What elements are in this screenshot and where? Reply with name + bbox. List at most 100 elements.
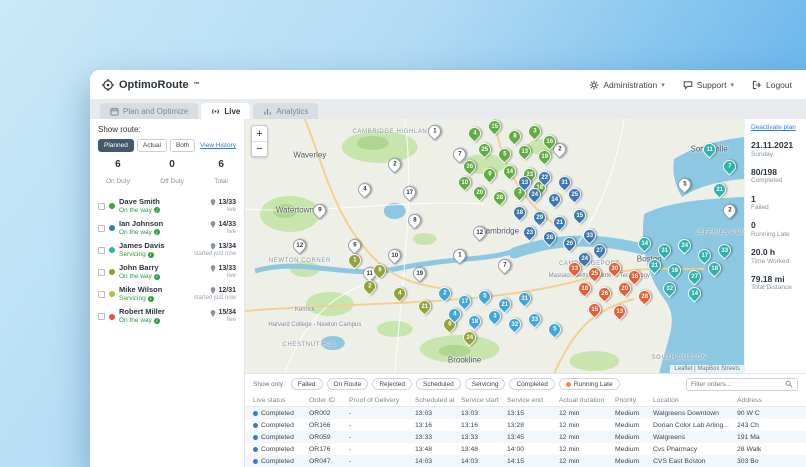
plan-stat-value: 0 [751, 220, 800, 231]
order-id-cell: OR047 [309, 458, 349, 465]
plan-stat-value: 1 [751, 194, 800, 205]
filter-pill[interactable]: Rejected [372, 378, 412, 390]
live-status-cell: Completed [253, 458, 309, 465]
column-header[interactable]: Address [737, 397, 806, 404]
actual-duration-cell: 12 min [559, 422, 615, 429]
driver-info: John Barry On the way i [119, 264, 206, 280]
column-header[interactable]: Service start [461, 397, 507, 404]
live-map[interactable]: + − CAMBRIDGE HIGHLANDSWaverleyWatertown… [245, 119, 744, 373]
driver-progress: 15/34 [210, 309, 236, 317]
gear-icon [589, 80, 599, 90]
driver-progress: 13/33 [210, 265, 236, 273]
driver-row[interactable]: Robert Miller On the way i 15/34 live [98, 305, 236, 327]
address-cell: 243 Ch [737, 422, 806, 429]
driver-color-dot [109, 291, 115, 297]
location-cell: CVS East Boston [653, 458, 737, 465]
column-header[interactable]: Proof of Delivery [349, 397, 415, 404]
toggle-planned[interactable]: Planned [98, 139, 134, 152]
logo-tm: ™ [194, 82, 200, 88]
filter-pill[interactable]: Scheduled [416, 378, 461, 390]
filter-pill[interactable]: Failed [291, 378, 323, 390]
logout-label: Logout [766, 80, 792, 90]
pin-icon [210, 287, 216, 294]
priority-cell: Medium [615, 434, 653, 441]
column-header[interactable]: Priority [615, 397, 653, 404]
driver-progress-time: live [210, 273, 236, 280]
filter-pill-running-late[interactable]: Running Late [559, 378, 620, 390]
driver-checkbox[interactable] [98, 313, 105, 320]
view-history-link[interactable]: View History [200, 142, 236, 149]
info-icon: i [154, 207, 160, 213]
driver-row[interactable]: Mike Wilson Servicing i 12/31 started ju… [98, 283, 236, 305]
zoom-in-button[interactable]: + [252, 126, 267, 141]
plan-stat-label: Failed [751, 204, 800, 212]
plan-stat-value: 20.0 h [751, 247, 800, 258]
driver-progress-block: 15/34 live [210, 309, 236, 324]
tab-live[interactable]: Live [201, 103, 250, 119]
driver-row[interactable]: Ian Johnson On the way i 14/33 live [98, 217, 236, 239]
administration-menu[interactable]: Administration ▾ [589, 80, 664, 90]
driver-progress-time: live [210, 207, 236, 214]
driver-row[interactable]: James Davis Servicing i 13/34 started ju… [98, 239, 236, 261]
table-row[interactable]: Completed OR047 - 14:03 14:03 14:15 12 m… [245, 455, 806, 467]
tab-plan-and-optimize[interactable]: Plan and Optimize [100, 103, 198, 119]
on-duty-value: 6 [106, 159, 130, 170]
service-end-cell: 14:00 [507, 446, 559, 453]
driver-status: On the way i [119, 273, 206, 280]
tab-analytics[interactable]: Analytics [253, 103, 318, 119]
driver-checkbox[interactable] [98, 203, 105, 210]
map-attribution: Leaflet | MapBox Streets [670, 365, 744, 373]
logout-button[interactable]: Logout [752, 80, 792, 90]
column-header[interactable]: Location [653, 397, 737, 404]
plan-stat: 79.18 mi Total Distance [751, 274, 800, 293]
driver-progress-block: 14/33 live [210, 221, 236, 236]
column-header[interactable]: Live status [253, 397, 309, 404]
driver-row[interactable]: John Barry On the way i 13/33 live [98, 261, 236, 283]
actual-duration-cell: 12 min [559, 458, 615, 465]
location-cell: Cvs Pharmacy [653, 446, 737, 453]
driver-checkbox[interactable] [98, 291, 105, 298]
proof-of-delivery-cell: - [349, 434, 415, 441]
driver-checkbox[interactable] [98, 269, 105, 276]
orders-table: Live statusOrder IDProof of DeliverySche… [245, 394, 806, 467]
support-menu[interactable]: Support ▾ [683, 80, 734, 90]
column-header[interactable]: Scheduled at [415, 397, 461, 404]
chevron-down-icon: ▾ [661, 81, 665, 89]
table-row[interactable]: Completed OR166 - 13:16 13:16 13:28 12 m… [245, 419, 806, 431]
filter-pill[interactable]: On Route [327, 378, 369, 390]
plan-stat: 80/198 Completed [751, 167, 800, 186]
table-row[interactable]: Completed OR059 - 13:33 13:33 13:45 12 m… [245, 431, 806, 443]
location-cell: Walgreens [653, 434, 737, 441]
proof-of-delivery-cell: - [349, 410, 415, 417]
driver-checkbox[interactable] [98, 225, 105, 232]
service-end-cell: 13:45 [507, 434, 559, 441]
filter-pill[interactable]: Servicing [465, 378, 506, 390]
column-header[interactable]: Actual duration [559, 397, 615, 404]
address-cell: 28 Walk [737, 446, 806, 453]
actual-duration-cell: 12 min [559, 410, 615, 417]
plan-stat-label: Time Worked [751, 258, 800, 266]
deactivate-plan-link[interactable]: Deactivate plan [751, 124, 800, 131]
toggle-actual[interactable]: Actual [137, 139, 167, 152]
filter-bar: Show only: FailedOn RouteRejectedSchedul… [245, 374, 806, 394]
drivers-sidebar: Show route: Planned Actual Both View His… [90, 119, 245, 467]
administration-label: Administration [603, 80, 657, 90]
info-icon: i [154, 229, 160, 235]
service-end-cell: 13:15 [507, 410, 559, 417]
bar-chart-icon [263, 107, 272, 116]
filter-pill[interactable]: Completed [509, 378, 554, 390]
info-icon: i [154, 318, 160, 324]
zoom-out-button[interactable]: − [252, 141, 267, 156]
live-status-cell: Completed [253, 434, 309, 441]
toggle-both[interactable]: Both [170, 139, 195, 152]
table-row[interactable]: Completed OR176 - 13:48 13:48 14:00 12 m… [245, 443, 806, 455]
column-header[interactable]: Order ID [309, 397, 349, 404]
location-cell: Walgreens Downtown [653, 410, 737, 417]
orders-table-body: Completed OR002 - 13:03 13:03 13:15 12 m… [245, 407, 806, 467]
orders-search-input[interactable] [691, 381, 782, 388]
column-header[interactable]: Service end [507, 397, 559, 404]
driver-row[interactable]: Dave Smith On the way i 13/33 live [98, 195, 236, 217]
table-row[interactable]: Completed OR002 - 13:03 13:03 13:15 12 m… [245, 407, 806, 419]
driver-checkbox[interactable] [98, 247, 105, 254]
proof-of-delivery-cell: - [349, 446, 415, 453]
